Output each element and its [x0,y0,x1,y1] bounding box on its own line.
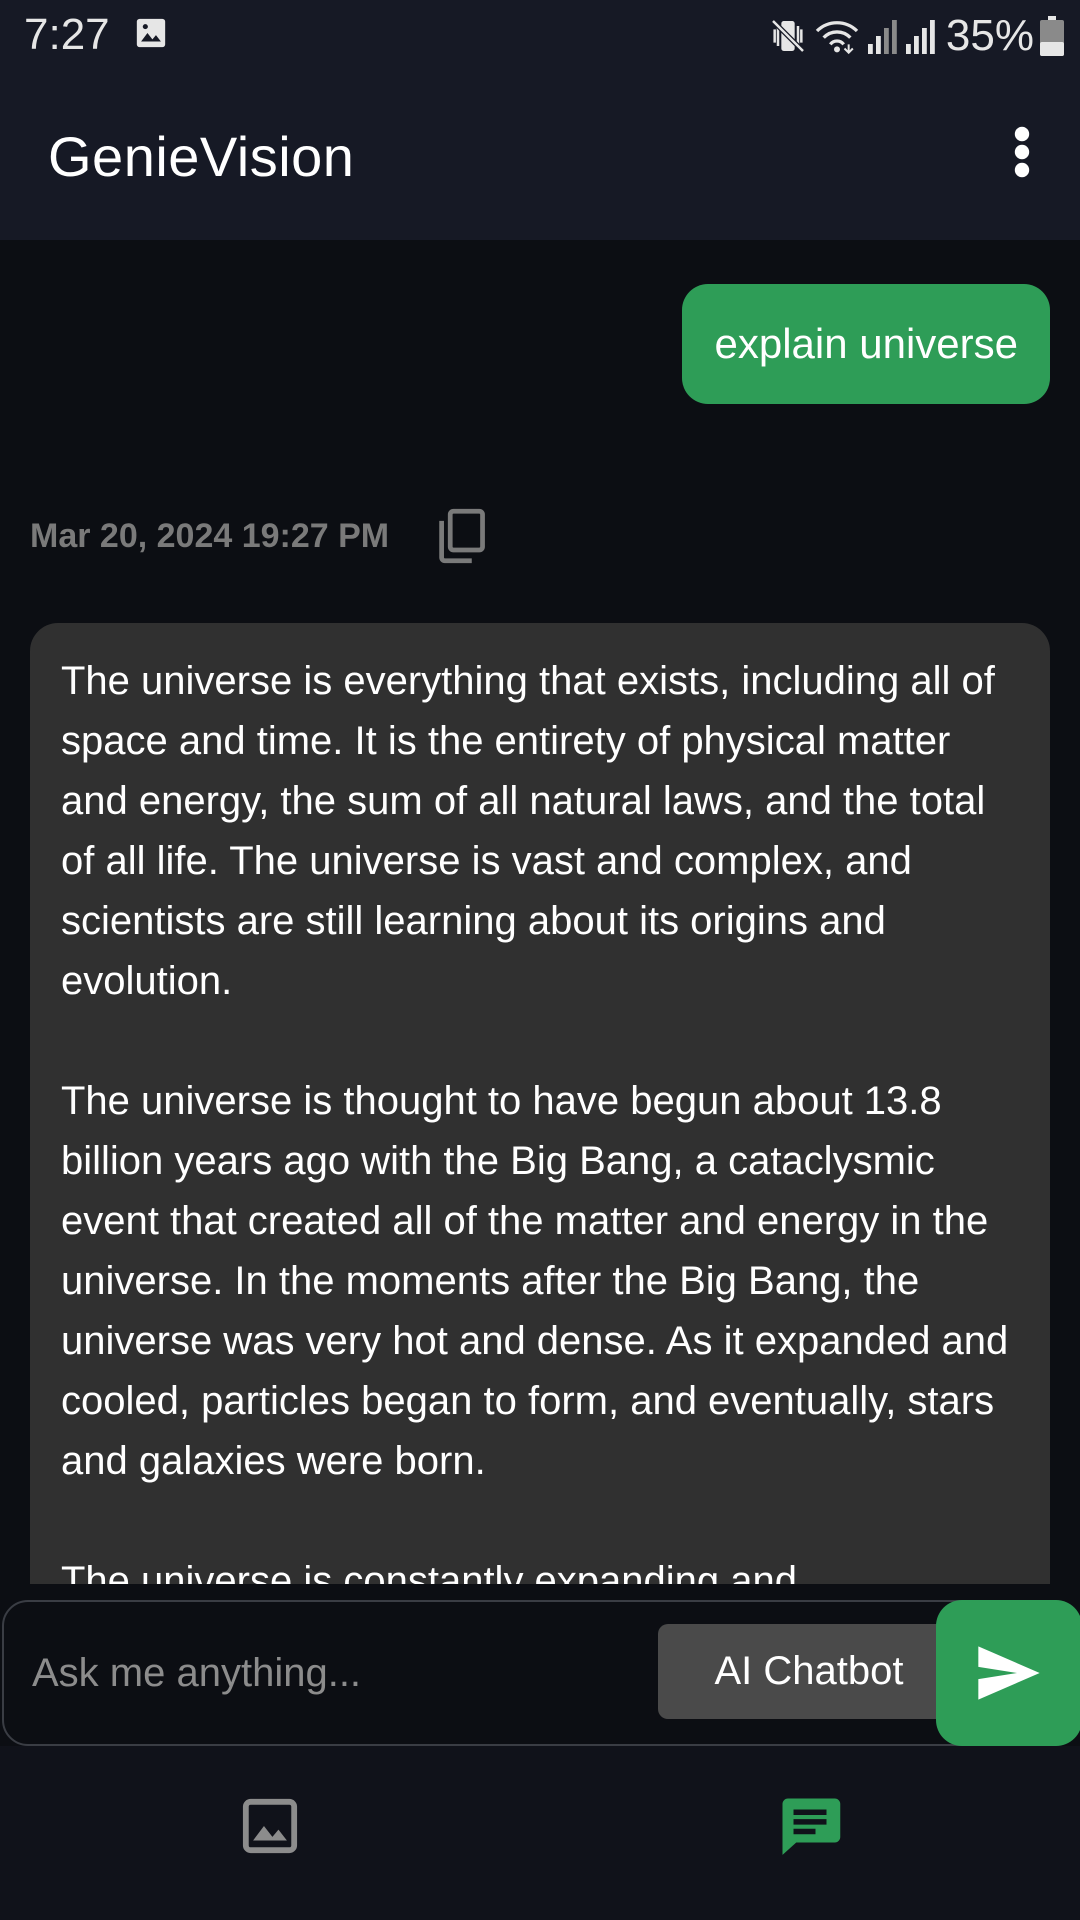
battery-percentage: 35% [945,11,1034,60]
vibrate-icon [768,16,808,56]
message-meta: Mar 20, 2024 19:27 PM [30,508,487,564]
app-title: GenieVision [48,125,355,188]
message-input[interactable] [32,1638,632,1708]
more-vert-icon [1014,126,1030,178]
mode-chip-ai-chatbot[interactable]: AI Chatbot [658,1624,960,1719]
copy-icon [439,508,486,564]
battery-icon [1040,16,1064,56]
status-icons: 35% [768,10,1064,62]
nav-chat[interactable] [770,1786,850,1866]
ai-response-paragraph: The universe is thought to have begun ab… [61,1079,1009,1483]
status-time: 7:27 [24,10,110,59]
user-message-bubble: explain universe [682,284,1050,404]
chat-icon [782,1798,841,1855]
send-icon [978,1646,1040,1700]
bottom-navigation [0,1746,1080,1920]
mode-chip-label: AI Chatbot [714,1649,904,1693]
signal-icon [904,16,936,56]
app-bar: GenieVision [0,72,1080,240]
chat-area[interactable]: explain universe Mar 20, 2024 19:27 PM T… [0,240,1080,1584]
gallery-notification-icon [134,16,168,50]
send-button[interactable] [936,1600,1080,1746]
image-icon [242,1798,298,1854]
user-message-text: explain universe [714,320,1018,367]
copy-button[interactable] [435,508,487,564]
status-bar: 7:27 35% [0,0,1080,72]
ai-response-paragraph: The universe is everything that exists, … [61,659,995,1003]
more-options-button[interactable] [990,120,1054,184]
ai-response-paragraph: The universe is constantly expanding and [61,1559,798,1584]
ai-response-bubble: The universe is everything that exists, … [30,623,1050,1584]
nav-image-generation[interactable] [230,1786,310,1866]
wifi-icon [814,16,860,56]
signal-icon [866,16,898,56]
message-timestamp: Mar 20, 2024 19:27 PM [30,516,390,555]
